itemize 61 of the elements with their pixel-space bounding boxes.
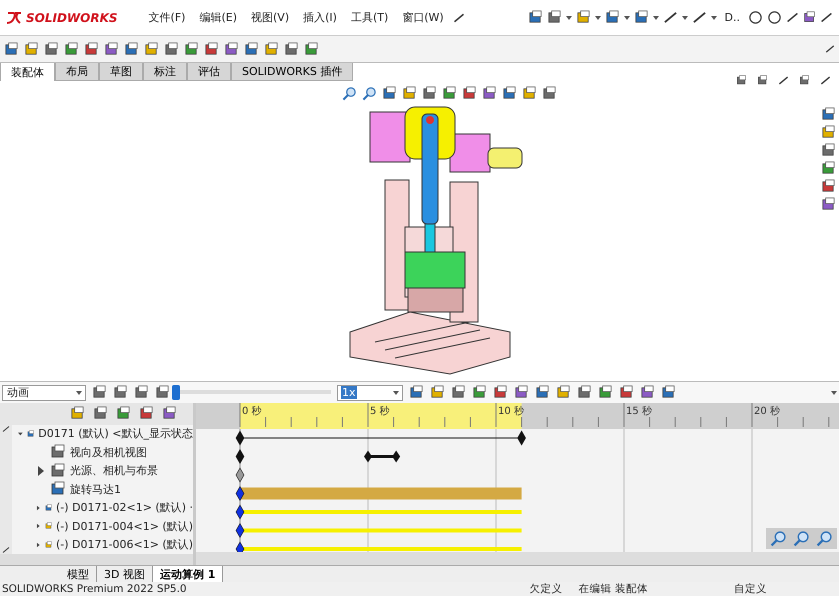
- logo-icon: [6, 10, 22, 24]
- menu-item[interactable]: 插入(I): [298, 8, 342, 27]
- caret-icon[interactable]: [682, 16, 688, 20]
- keyframe-icon[interactable]: [236, 504, 244, 520]
- ribbon-tab[interactable]: 装配体: [0, 63, 55, 81]
- time-label: 20 秒: [754, 406, 780, 417]
- time-label: 15 秒: [626, 406, 652, 417]
- tree-item[interactable]: 视向及相机视图: [70, 444, 147, 460]
- keyframe-icon[interactable]: [517, 430, 526, 446]
- view-tab[interactable]: 运动算例 1: [152, 566, 224, 582]
- keyframe-icon[interactable]: [236, 522, 244, 538]
- caret-icon[interactable]: [393, 390, 399, 394]
- caret-icon[interactable]: [652, 16, 659, 20]
- units-status[interactable]: 自定义: [734, 582, 767, 596]
- horizontal-scrollbar[interactable]: [196, 552, 839, 565]
- zoom-in-icon[interactable]: [793, 530, 810, 547]
- time-label: 5 秒: [370, 406, 390, 417]
- time-label: 10 秒: [498, 406, 524, 417]
- ribbon-tab[interactable]: 布局: [55, 63, 99, 81]
- caret-icon[interactable]: [710, 16, 717, 20]
- tree-item[interactable]: (-) D0171-02<1> (默认) ·: [56, 500, 193, 516]
- definition-status: 欠定义: [530, 582, 563, 596]
- tree-item[interactable]: 光源、相机与布景: [70, 463, 158, 478]
- ribbon-tab[interactable]: 评估: [187, 63, 231, 81]
- ribbon-tab[interactable]: 标注: [143, 63, 187, 81]
- tree-item[interactable]: 旋转马达1: [70, 482, 121, 497]
- keyframe-icon[interactable]: [236, 486, 244, 502]
- edit-mode-status: 在编辑 装配体: [578, 582, 648, 596]
- speed-dropdown[interactable]: 1x: [337, 384, 403, 400]
- caret-icon[interactable]: [76, 390, 82, 394]
- product-version: SOLIDWORKS Premium 2022 SP5.0: [2, 583, 187, 595]
- keyframe-icon[interactable]: [236, 430, 244, 446]
- caret-icon[interactable]: [594, 16, 601, 20]
- zoom-area-icon[interactable]: [362, 86, 377, 100]
- ribbon-tab[interactable]: 草图: [99, 63, 143, 81]
- time-label: 0 秒: [242, 406, 262, 417]
- ribbon-tab[interactable]: SOLIDWORKS 插件: [231, 63, 354, 81]
- keyframe-icon[interactable]: [236, 448, 244, 464]
- slider-thumb[interactable]: [172, 385, 180, 400]
- tree-item[interactable]: (-) D0171-006<1> (默认): [56, 537, 193, 552]
- caret-icon[interactable]: [566, 16, 572, 20]
- study-type-dropdown[interactable]: 动画: [2, 384, 86, 400]
- menu-item[interactable]: 窗口(W): [397, 8, 449, 27]
- menu-item[interactable]: 工具(T): [346, 8, 394, 27]
- menu-item[interactable]: 编辑(E): [194, 8, 242, 27]
- search-field[interactable]: D..: [720, 11, 744, 24]
- keyframe-icon[interactable]: [236, 541, 244, 552]
- tree-item[interactable]: D0171 (默认) <默认_显示状态: [38, 426, 193, 442]
- expand-arrow-icon[interactable]: [36, 466, 46, 476]
- menu-item[interactable]: 文件(F): [144, 8, 190, 27]
- tree-item[interactable]: (-) D0171-004<1> (默认): [56, 518, 193, 534]
- zoom-fit-icon[interactable]: [770, 530, 787, 547]
- caret-icon[interactable]: [624, 16, 630, 20]
- keyframe-icon[interactable]: [236, 467, 244, 483]
- zoom-fit-icon[interactable]: [342, 86, 357, 100]
- zoom-out-icon[interactable]: [816, 530, 833, 547]
- keyframe-span[interactable]: [364, 450, 400, 462]
- horizontal-scrollbar[interactable]: [0, 554, 193, 565]
- app-logo-text: SOLIDWORKS: [26, 10, 118, 24]
- caret-icon[interactable]: [831, 390, 837, 394]
- menu-item[interactable]: 视图(V): [246, 8, 294, 27]
